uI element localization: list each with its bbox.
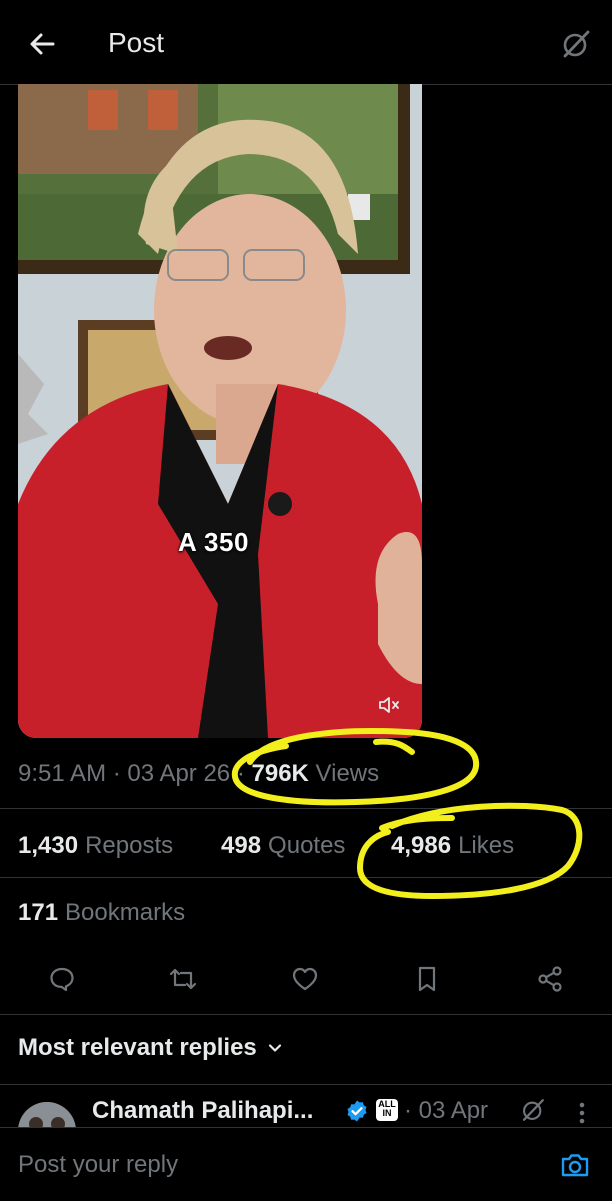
quotes-count: 498	[221, 832, 262, 859]
bookmarks-row: 171 Bookmarks	[0, 876, 612, 944]
more-options-icon[interactable]	[576, 1099, 588, 1127]
mute-button[interactable]	[372, 688, 406, 722]
arrow-left-icon	[30, 33, 55, 55]
like-icon	[292, 967, 318, 991]
views-label[interactable]: Views	[316, 760, 380, 787]
affiliate-badge[interactable]: ALL IN	[376, 1099, 398, 1121]
avatar-image	[18, 1102, 76, 1127]
reposts-count: 1,430	[18, 832, 79, 859]
likes-stat[interactable]: 4,986 Likes	[391, 832, 514, 860]
views-count: 796K	[251, 760, 309, 787]
avatar[interactable]	[18, 1102, 76, 1127]
bookmark-button[interactable]	[410, 962, 444, 996]
like-button[interactable]	[288, 962, 322, 996]
chevron-down-icon	[268, 1044, 281, 1052]
video-frame	[18, 84, 422, 738]
post-date: 03 Apr 26	[127, 760, 231, 787]
likes-label: Likes	[458, 832, 515, 859]
likes-count: 4,986	[391, 832, 452, 859]
verified-badge-icon	[347, 1100, 367, 1122]
video-caption: A 350	[178, 527, 249, 557]
reply-button[interactable]	[45, 962, 79, 996]
share-icon	[538, 966, 562, 992]
repost-button[interactable]	[166, 962, 200, 996]
post-video[interactable]: A 350	[18, 84, 422, 738]
bookmarks-count: 171	[18, 899, 59, 926]
grok-button[interactable]	[558, 26, 594, 62]
separator: ·	[236, 760, 252, 787]
bookmarks-label: Bookmarks	[65, 899, 186, 926]
camera-icon	[561, 1154, 589, 1177]
reply-date: · 03 Apr	[404, 1097, 489, 1124]
back-button[interactable]	[22, 24, 62, 64]
bookmark-icon	[418, 966, 436, 992]
replies-sort-label: Most relevant replies	[18, 1034, 257, 1061]
volume-mute-icon	[379, 697, 399, 713]
share-button[interactable]	[533, 962, 567, 996]
reply-author-name[interactable]: Chamath Palihapi...	[92, 1097, 313, 1125]
top-app-bar: Post	[0, 0, 612, 85]
quotes-stat[interactable]: 498 Quotes	[221, 832, 345, 860]
reposts-label: Reposts	[85, 832, 174, 859]
post-action-bar	[0, 944, 612, 1015]
grok-icon[interactable]	[520, 1097, 546, 1123]
reply-icon	[50, 967, 74, 992]
reply-item[interactable]: Chamath Palihapi... ALL IN · 03 Apr	[0, 1085, 612, 1127]
separator: ·	[112, 760, 128, 787]
page-title: Post	[108, 27, 165, 58]
bookmarks-stat[interactable]: 171 Bookmarks	[18, 899, 185, 927]
post-time: 9:51 AM	[18, 760, 107, 787]
reply-composer	[0, 1127, 612, 1201]
engagement-stats: 1,430 Reposts 498 Quotes 4,986 Likes	[0, 808, 612, 878]
camera-button[interactable]	[558, 1148, 592, 1182]
repost-icon	[169, 968, 197, 990]
quotes-label: Quotes	[268, 832, 346, 859]
grok-icon	[563, 30, 590, 58]
post-meta: 9:51 AM · 03 Apr 26 · 796K Views	[18, 760, 379, 788]
reposts-stat[interactable]: 1,430 Reposts	[18, 832, 173, 860]
replies-sort-dropdown[interactable]: Most relevant replies	[18, 1034, 283, 1062]
reply-input[interactable]	[18, 1148, 538, 1182]
